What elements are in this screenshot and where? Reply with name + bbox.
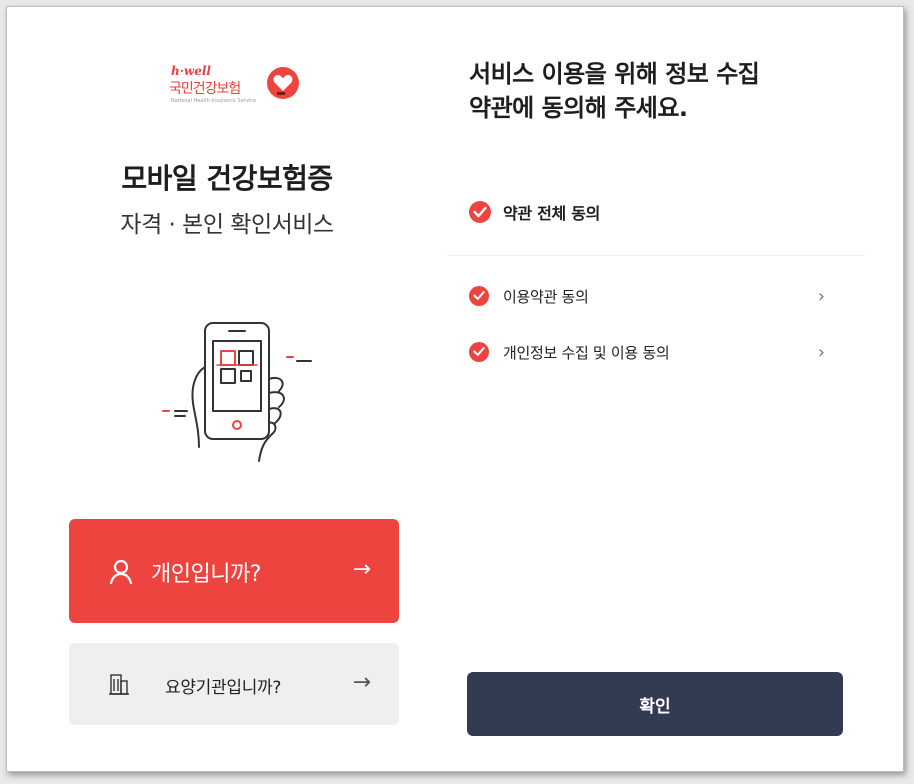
app-window: h·well 국민건강보험 National Health Insurance …	[6, 6, 904, 772]
phone-qr-scan-icon	[162, 322, 312, 462]
consent-heading-line1: 서비스 이용을 위해 정보 수집	[469, 60, 760, 88]
arrow-right-icon: →	[352, 557, 371, 582]
agree-all-label: 약관 전체 동의	[503, 204, 601, 223]
term-row-privacy[interactable]: 개인정보 수집 및 이용 동의 ›	[469, 339, 829, 365]
agree-all-checkbox[interactable]: 약관 전체 동의	[469, 200, 600, 224]
page-subtitle: 자격 · 본인 확인서비스	[120, 212, 334, 238]
chevron-right-icon[interactable]: ›	[818, 342, 825, 363]
user-icon	[109, 559, 133, 585]
term-label: 이용약관 동의	[503, 287, 589, 306]
check-circle-icon	[469, 286, 489, 306]
building-icon	[109, 674, 129, 695]
logo-name-en: National Health Insurance Service	[171, 98, 257, 104]
facility-button[interactable]: 요양기관입니까? →	[69, 643, 399, 725]
consent-heading-line2: 약관에 동의해 주세요.	[469, 94, 688, 122]
facility-button-label: 요양기관입니까?	[165, 678, 282, 698]
term-row-usage[interactable]: 이용약관 동의 ›	[469, 283, 829, 309]
personal-button-label: 개인입니까?	[151, 562, 261, 587]
check-circle-icon	[469, 201, 491, 223]
logo-name: 국민건강보험	[169, 81, 241, 97]
check-circle-icon	[469, 342, 489, 362]
heart-logo-icon	[267, 67, 299, 99]
nhis-logo: h·well 국민건강보험 National Health Insurance …	[167, 62, 317, 126]
consent-heading: 서비스 이용을 위해 정보 수집 약관에 동의해 주세요.	[469, 57, 849, 125]
arrow-right-icon: →	[352, 670, 371, 695]
divider	[447, 255, 865, 256]
page-title: 모바일 건강보험증	[121, 162, 333, 195]
term-label: 개인정보 수집 및 이용 동의	[503, 343, 670, 362]
left-panel: h·well 국민건강보험 National Health Insurance …	[7, 7, 447, 771]
chevron-right-icon[interactable]: ›	[818, 286, 825, 307]
personal-button[interactable]: 개인입니까? →	[69, 519, 399, 623]
logo-tagline: h·well	[171, 64, 211, 78]
confirm-button-label: 확인	[639, 696, 671, 717]
confirm-button[interactable]: 확인	[467, 672, 843, 736]
